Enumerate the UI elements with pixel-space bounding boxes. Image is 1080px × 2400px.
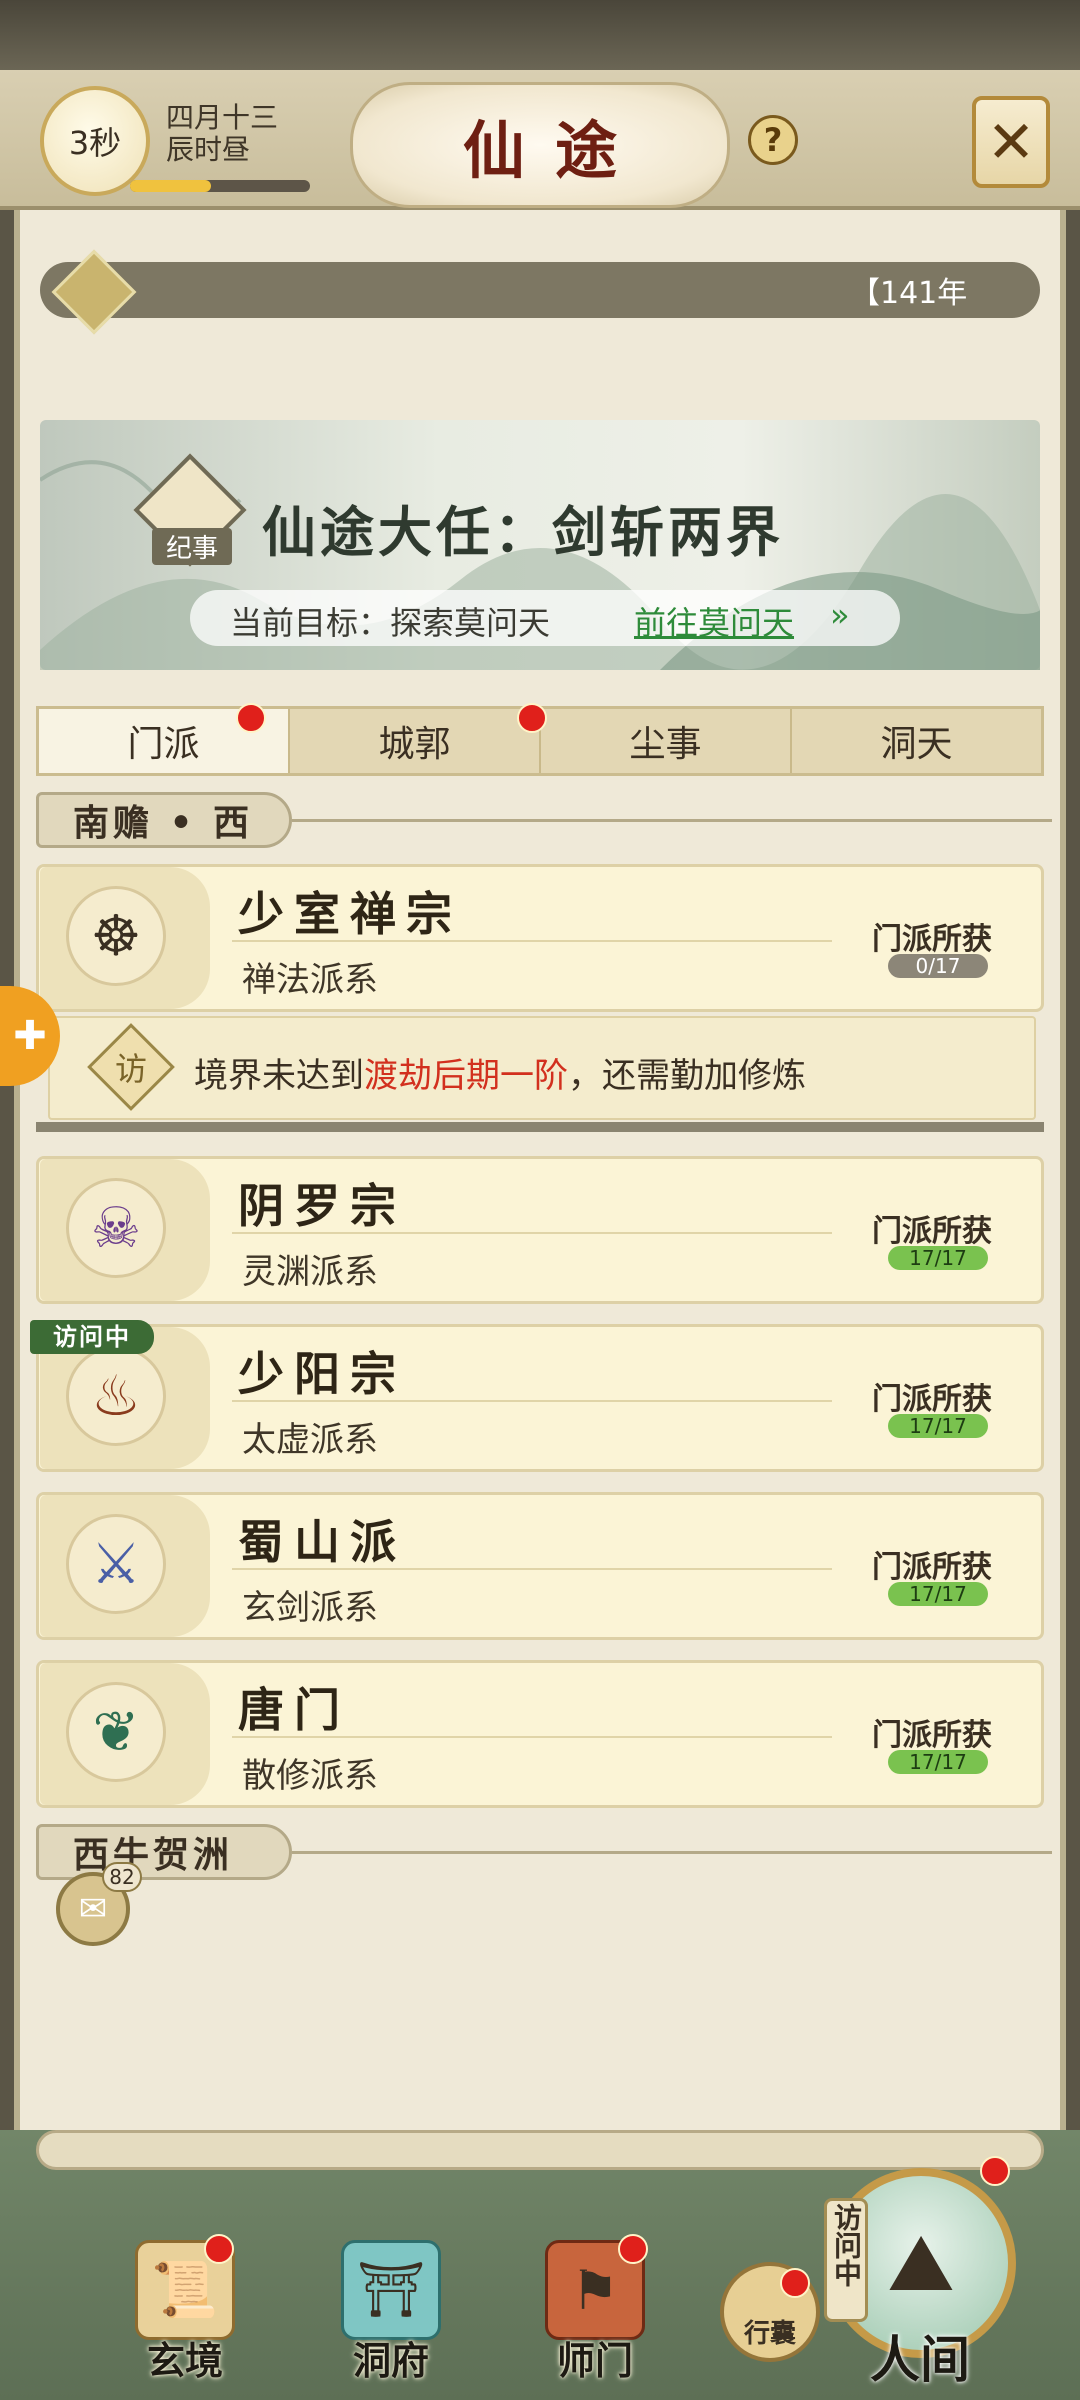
sect-gain-label: 门派所获 xyxy=(872,1214,992,1249)
tab-worldly-affairs[interactable]: 尘事 xyxy=(541,709,792,773)
tab-grotto-heaven[interactable]: 洞天 xyxy=(792,709,1041,773)
sect-gain-count: 17/17 xyxy=(888,1750,988,1774)
page-title: 仙途 xyxy=(462,114,647,187)
required-realm: 渡劫后期一阶 xyxy=(364,1056,568,1096)
visiting-vertical-label: 访问中 xyxy=(830,2203,863,2287)
notification-dot xyxy=(236,703,266,733)
sect-name: 阴罗宗 xyxy=(238,1179,406,1233)
sword-icon: ⚔ xyxy=(66,1514,166,1614)
gamepad-icon: ✚ xyxy=(13,1013,47,1059)
section-divider xyxy=(36,1122,1044,1132)
title-plaque: 仙途 xyxy=(350,82,730,208)
question-icon: ? xyxy=(763,121,783,159)
sect-school: 灵渊派系 xyxy=(242,1252,378,1292)
close-button[interactable]: ✕ xyxy=(972,96,1050,188)
timer-text: 3秒 xyxy=(68,124,122,162)
category-tabs: 门派 城郭 尘事 洞天 xyxy=(36,703,1044,776)
sect-name: 少室禅宗 xyxy=(238,887,462,941)
nav-shimen[interactable]: ⚑ 师门 xyxy=(520,2234,670,2385)
sect-school: 禅法派系 xyxy=(242,960,378,1000)
double-chevron-right-icon[interactable]: » xyxy=(830,596,850,634)
tab-cities[interactable]: 城郭 xyxy=(290,703,547,773)
chronicle-label: 纪事 xyxy=(152,528,232,565)
notification-dot xyxy=(618,2234,648,2264)
region-title: 西牛贺洲 xyxy=(73,1834,234,1876)
quest-goal-label: 当前目标：探索莫问天 xyxy=(230,604,551,642)
date-line-2: 辰时昼 xyxy=(166,133,251,166)
pouch-label: 行囊 xyxy=(743,2319,796,2349)
tab-sects[interactable]: 门派 xyxy=(39,703,290,773)
fan-icon: ❦ xyxy=(66,1682,166,1782)
tab-label: 城郭 xyxy=(378,724,451,765)
visiting-tag: 访问中 xyxy=(30,1320,154,1354)
close-icon: ✕ xyxy=(986,108,1036,176)
help-button[interactable]: ? xyxy=(748,115,798,165)
region-divider xyxy=(292,819,1052,822)
sect-divider xyxy=(232,1400,832,1402)
region-title: 南赡 • 西 xyxy=(73,802,254,844)
sect-name: 唐门 xyxy=(238,1683,350,1737)
sect-name: 少阳宗 xyxy=(238,1347,406,1401)
sect-school: 玄剑派系 xyxy=(242,1588,378,1628)
region-divider xyxy=(292,1851,1052,1854)
time-progress-bar xyxy=(130,180,310,192)
time-progress-fill xyxy=(130,180,211,192)
notification-dot xyxy=(980,2156,1010,2186)
chat-unread-count: 82 xyxy=(102,1862,142,1892)
nav-label: 师门 xyxy=(556,2338,633,2383)
sect-divider xyxy=(232,940,832,942)
sect-gain-label: 门派所获 xyxy=(872,1382,992,1417)
nav-label: 玄境 xyxy=(146,2338,223,2383)
visit-badge-label: 访 xyxy=(114,1050,147,1088)
game-date: 四月十三 辰时昼 xyxy=(166,102,278,166)
tab-label: 尘事 xyxy=(629,724,702,765)
world-label: 人间 xyxy=(870,2330,970,2389)
notification-dot xyxy=(780,2268,810,2298)
mountain-icon: ⛰ xyxy=(887,2216,955,2309)
quest-title: 仙途大任：剑斩两界 xyxy=(262,500,784,564)
sect-divider xyxy=(232,1736,832,1738)
visiting-vertical-tag: 访问中 xyxy=(824,2198,868,2322)
sect-divider xyxy=(232,1232,832,1234)
realm-requirement-text: 境界未达到渡劫后期一阶，还需勤加修炼 xyxy=(194,1048,806,1097)
nav-label: 洞府 xyxy=(352,2338,429,2383)
lotus-icon: ☸ xyxy=(66,886,166,986)
region-header-xiniu: 西牛贺洲 xyxy=(36,1824,292,1880)
sect-gain-label: 门派所获 xyxy=(872,1718,992,1753)
sect-gain-count: 17/17 xyxy=(888,1582,988,1606)
sect-school: 太虚派系 xyxy=(242,1420,378,1460)
requirement-suffix: ，还需勤加修炼 xyxy=(568,1056,806,1096)
bottom-nav-edge xyxy=(36,2130,1044,2170)
date-line-1: 四月十三 xyxy=(166,101,279,134)
pavilion-icon: ⛩ xyxy=(341,2240,441,2340)
notification-dot xyxy=(204,2234,234,2264)
nav-xuanjing[interactable]: 📜 玄境 xyxy=(110,2234,260,2385)
sect-gain-count: 0/17 xyxy=(888,954,988,978)
sect-gain-count: 17/17 xyxy=(888,1414,988,1438)
chat-bubble-icon: ✉ xyxy=(78,1889,108,1929)
sect-school: 散修派系 xyxy=(242,1756,378,1796)
sect-gain-label: 门派所获 xyxy=(872,1550,992,1585)
tab-label: 洞天 xyxy=(880,724,953,765)
status-band xyxy=(0,0,1080,70)
region-header-nanzhan: 南赡 • 西 xyxy=(36,792,292,848)
sect-name: 蜀山派 xyxy=(238,1515,406,1569)
sect-gain-label: 门派所获 xyxy=(872,922,992,957)
sect-divider xyxy=(232,1568,832,1570)
year-label: 【141年 xyxy=(850,276,968,311)
cauldron-icon: ♨ xyxy=(66,1346,166,1446)
nav-dongfu[interactable]: ⛩ 洞府 xyxy=(316,2240,466,2385)
tab-label: 门派 xyxy=(127,724,200,765)
goto-target-link[interactable]: 前往莫问天 xyxy=(634,598,794,644)
sect-gain-count: 17/17 xyxy=(888,1246,988,1270)
demon-mask-icon: ☠ xyxy=(66,1178,166,1278)
requirement-prefix: 境界未达到 xyxy=(194,1056,364,1096)
